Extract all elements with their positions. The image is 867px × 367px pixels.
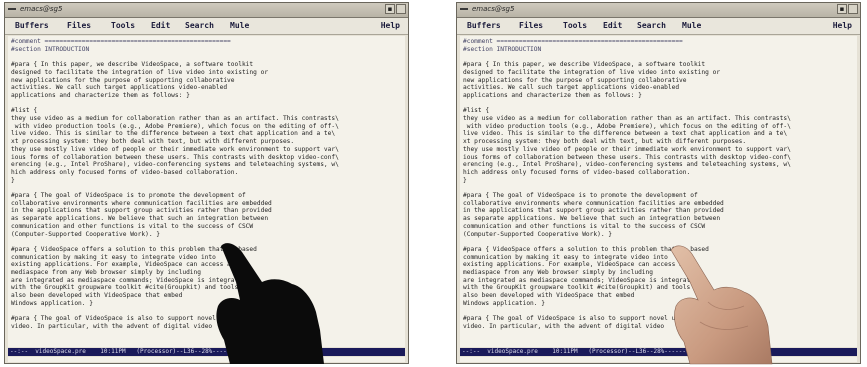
menu-tools[interactable]: Tools — [111, 21, 135, 30]
editor-text-area[interactable]: #comment ===============================… — [460, 36, 857, 347]
maximize-icon[interactable] — [396, 4, 406, 14]
menu-edit[interactable]: Edit — [151, 21, 170, 30]
minibuffer[interactable] — [8, 357, 405, 362]
menu-bar: Buffers Files Tools Edit Search Mule Hel… — [457, 18, 860, 35]
menu-search[interactable]: Search — [637, 21, 666, 30]
menu-files[interactable]: Files — [67, 21, 91, 30]
window-title: emacs@sg5 — [472, 5, 515, 13]
menu-search[interactable]: Search — [185, 21, 214, 30]
window-title: emacs@sg5 — [20, 5, 63, 13]
mode-line: --:-- videoSpace.pre 10:11PM (Processor)… — [460, 348, 857, 356]
text-line: video. In particular, with the advent of… — [463, 322, 665, 330]
menu-mule[interactable]: Mule — [682, 21, 701, 30]
window-titlebar: emacs@sg5 ▪ — [5, 3, 408, 18]
menu-mule[interactable]: Mule — [230, 21, 249, 30]
menu-tools[interactable]: Tools — [563, 21, 587, 30]
maximize-icon[interactable] — [848, 4, 858, 14]
menu-help[interactable]: Help — [833, 21, 852, 30]
minimize-icon[interactable]: ▪ — [385, 4, 395, 14]
emacs-window-right: emacs@sg5 ▪ Buffers Files Tools Edit Sea… — [456, 2, 861, 364]
minibuffer[interactable] — [460, 357, 857, 362]
menu-edit[interactable]: Edit — [603, 21, 622, 30]
emacs-window-left: emacs@sg5 ▪ Buffers Files Tools Edit Sea… — [4, 2, 409, 364]
menu-help[interactable]: Help — [381, 21, 400, 30]
minimize-icon[interactable]: ▪ — [837, 4, 847, 14]
mode-line: --:-- videoSpace.pre 10:11PM (Processor)… — [8, 348, 405, 356]
editor-text-area[interactable]: #comment ===============================… — [8, 36, 405, 347]
window-titlebar: emacs@sg5 ▪ — [457, 3, 860, 18]
menu-buffers[interactable]: Buffers — [15, 21, 49, 30]
menu-buffers[interactable]: Buffers — [467, 21, 501, 30]
window-menu-icon[interactable] — [8, 8, 16, 10]
text-line: video. In particular, with the advent of… — [11, 322, 213, 330]
menu-files[interactable]: Files — [519, 21, 543, 30]
window-menu-icon[interactable] — [460, 8, 468, 10]
menu-bar: Buffers Files Tools Edit Search Mule Hel… — [5, 18, 408, 35]
